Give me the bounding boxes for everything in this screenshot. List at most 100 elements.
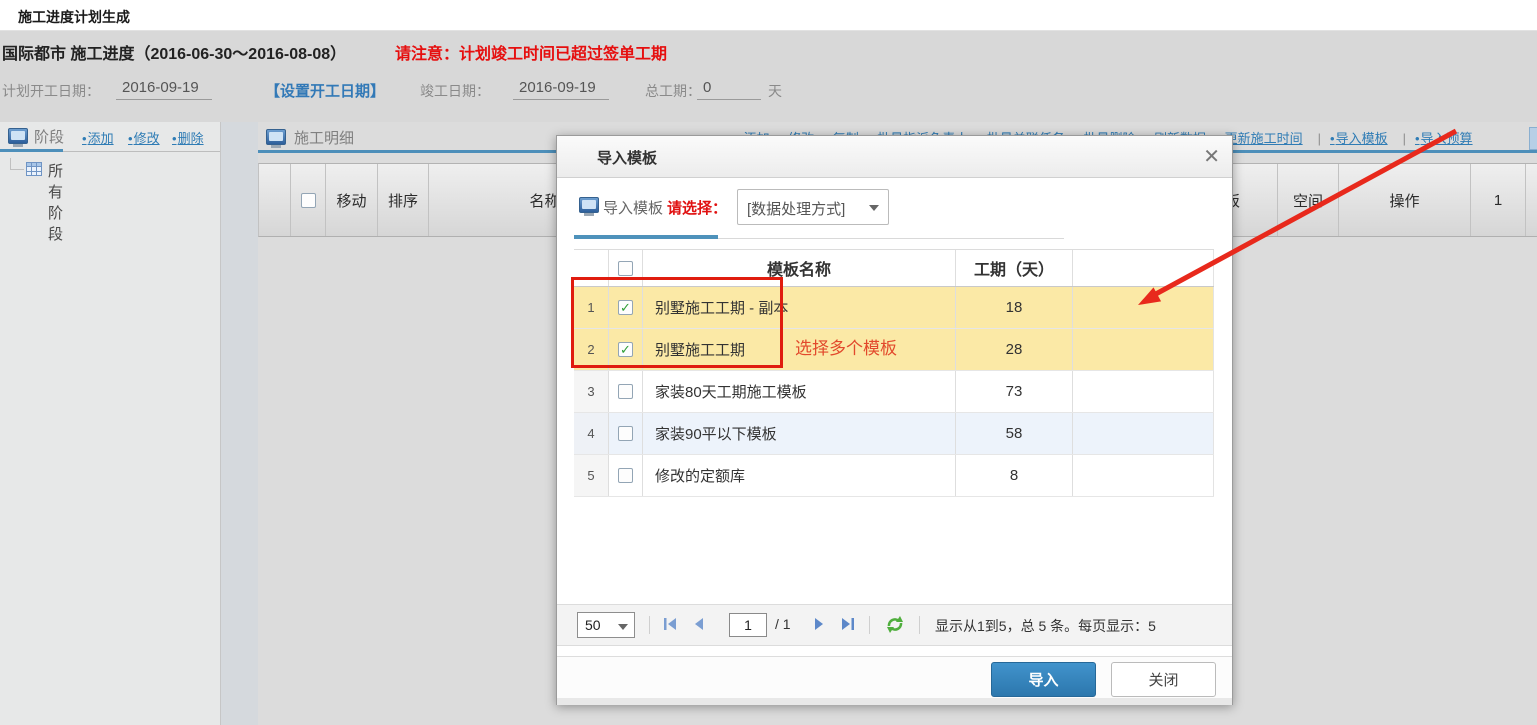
schedule-warning-text: 请注意：计划竣工时间已超过签单工期 bbox=[395, 40, 667, 64]
toolbar-link-导入预算[interactable]: 导入预算 bbox=[1415, 131, 1473, 146]
dialog-footer: 导入 关闭 bbox=[557, 656, 1232, 699]
prev-page-icon[interactable] bbox=[691, 616, 707, 632]
duration-days-cell: 18 bbox=[956, 287, 1073, 328]
project-info-bar: 国际都市 施工进度（2016-06-30～2016-08-08） 请注意：计划竣… bbox=[0, 31, 1537, 122]
template-row[interactable]: 4 家装90平以下模板58 bbox=[574, 413, 1214, 455]
close-icon[interactable]: ✕ bbox=[1203, 144, 1220, 169]
set-start-date-link[interactable]: 【设置开工日期】 bbox=[265, 80, 385, 101]
stage-delete-link[interactable]: 删除 bbox=[172, 128, 204, 147]
next-page-icon[interactable] bbox=[811, 616, 827, 632]
duration-days-cell: 28 bbox=[956, 329, 1073, 370]
pager-divider bbox=[919, 616, 920, 634]
section-divider bbox=[718, 238, 1064, 239]
total-duration-label: 总工期： bbox=[645, 81, 701, 101]
dropdown-value: [数据处理方式] bbox=[747, 198, 845, 219]
close-button[interactable]: 关闭 bbox=[1111, 662, 1216, 697]
dialog-section-title: 导入模板 bbox=[603, 197, 663, 218]
stage-panel-title: 阶段 bbox=[34, 126, 64, 147]
app-window: 施工进度计划生成 国际都市 施工进度（2016-06-30～2016-08-08… bbox=[0, 0, 1537, 725]
import-template-dialog: 导入模板 ✕ 导入模板 请选择： [数据处理方式] 模板名称 工期（天） 1✓别… bbox=[556, 135, 1233, 705]
chevron-down-icon bbox=[869, 205, 879, 211]
grid-column-header-1: 1 bbox=[1471, 164, 1526, 236]
row-checkbox-cell bbox=[609, 371, 643, 412]
row-extra-cell bbox=[1073, 371, 1214, 412]
finish-date-field[interactable]: 2016-09-19 bbox=[513, 79, 609, 100]
page-number-input[interactable] bbox=[729, 613, 767, 637]
plan-start-date-field[interactable]: 2016-09-19 bbox=[116, 79, 212, 100]
finish-date-label: 竣工日期： bbox=[420, 81, 490, 101]
toolbar-separator: | bbox=[1318, 131, 1321, 146]
clipped-blue-element bbox=[1529, 127, 1537, 150]
duration-days-header: 工期（天） bbox=[956, 250, 1073, 286]
section-tab-underline bbox=[574, 235, 718, 239]
dialog-title: 导入模板 bbox=[597, 147, 657, 168]
monitor-icon bbox=[8, 128, 28, 144]
tree-item-label: 所有阶段 bbox=[48, 160, 63, 244]
stage-header-divider bbox=[63, 151, 220, 152]
total-pages-label: / 1 bbox=[775, 616, 791, 632]
project-title: 国际都市 施工进度（2016-06-30～2016-08-08） bbox=[2, 40, 346, 64]
pagination-bar: 50 / 1 bbox=[557, 604, 1232, 646]
grid-column-header-1 bbox=[291, 164, 326, 236]
first-page-icon[interactable] bbox=[663, 616, 679, 632]
duration-days-cell: 58 bbox=[956, 413, 1073, 454]
grid-column-header-空间: 空间 bbox=[1278, 164, 1339, 236]
row-checkbox-cell bbox=[609, 455, 643, 496]
pagination-summary: 显示从1到5，总 5 条。每页显示：5 bbox=[935, 616, 1227, 636]
monitor-icon bbox=[266, 129, 286, 145]
pager-divider bbox=[649, 616, 650, 634]
template-name-cell: 修改的定额库 bbox=[643, 455, 956, 496]
detail-panel-title: 施工明细 bbox=[294, 127, 354, 148]
grid-column-header-操作: 操作 bbox=[1339, 164, 1471, 236]
duration-days-cell: 8 bbox=[956, 455, 1073, 496]
annotation-note: 选择多个模板 bbox=[795, 334, 897, 359]
row-extra-cell bbox=[1073, 455, 1214, 496]
dialog-bottom-strip bbox=[557, 698, 1232, 705]
window-titlebar: 施工进度计划生成 bbox=[0, 0, 1537, 31]
days-unit-label: 天 bbox=[768, 81, 782, 101]
row-checkbox[interactable] bbox=[618, 468, 633, 483]
stage-add-link[interactable]: 添加 bbox=[82, 128, 114, 147]
row-number-cell: 5 bbox=[574, 455, 609, 496]
annotation-rectangle bbox=[571, 277, 783, 368]
grid-column-header-排序: 排序 bbox=[378, 164, 429, 236]
row-checkbox-cell bbox=[609, 413, 643, 454]
dialog-header: 导入模板 ✕ bbox=[557, 136, 1232, 178]
panel-gap bbox=[221, 122, 258, 725]
row-number-cell: 4 bbox=[574, 413, 609, 454]
table-grid-icon bbox=[26, 162, 42, 176]
stage-edit-link[interactable]: 修改 bbox=[128, 128, 160, 147]
select-all-checkbox[interactable] bbox=[618, 261, 633, 276]
please-select-label: 请选择： bbox=[667, 197, 727, 218]
tree-connector bbox=[10, 158, 24, 170]
total-duration-field[interactable]: 0 bbox=[697, 79, 761, 100]
monitor-icon bbox=[579, 197, 599, 213]
grid-column-header-移动: 移动 bbox=[326, 164, 378, 236]
grid-column-header-10 bbox=[1526, 164, 1537, 236]
row-extra-cell bbox=[1073, 287, 1214, 328]
toolbar-link-导入模板[interactable]: 导入模板 bbox=[1330, 131, 1388, 146]
row-extra-cell bbox=[1073, 413, 1214, 454]
grid-select-all-checkbox[interactable] bbox=[301, 193, 316, 208]
row-extra-cell bbox=[1073, 329, 1214, 370]
row-checkbox[interactable] bbox=[618, 384, 633, 399]
row-number-cell: 3 bbox=[574, 371, 609, 412]
refresh-icon[interactable] bbox=[885, 614, 905, 634]
row-checkbox[interactable] bbox=[618, 426, 633, 441]
header-extra-cell bbox=[1073, 250, 1214, 286]
last-page-icon[interactable] bbox=[839, 616, 855, 632]
page-size-select[interactable]: 50 bbox=[577, 612, 635, 638]
page-size-value: 50 bbox=[585, 617, 601, 633]
import-button[interactable]: 导入 bbox=[991, 662, 1096, 697]
toolbar-separator: | bbox=[1403, 131, 1406, 146]
pager-divider bbox=[869, 616, 870, 634]
stage-tab-underline bbox=[0, 149, 63, 152]
stage-panel: 阶段 添加 修改 删除 所有阶段 bbox=[0, 122, 221, 725]
data-mode-dropdown[interactable]: [数据处理方式] bbox=[737, 189, 889, 225]
template-name-cell: 家装80天工期施工模板 bbox=[643, 371, 956, 412]
template-row[interactable]: 5 修改的定额库8 bbox=[574, 455, 1214, 497]
template-row[interactable]: 3家装80天工期施工模板73 bbox=[574, 371, 1214, 413]
chevron-down-icon bbox=[618, 624, 628, 630]
template-name-cell: 家装90平以下模板 bbox=[643, 413, 956, 454]
grid-column-header-0 bbox=[259, 164, 291, 236]
